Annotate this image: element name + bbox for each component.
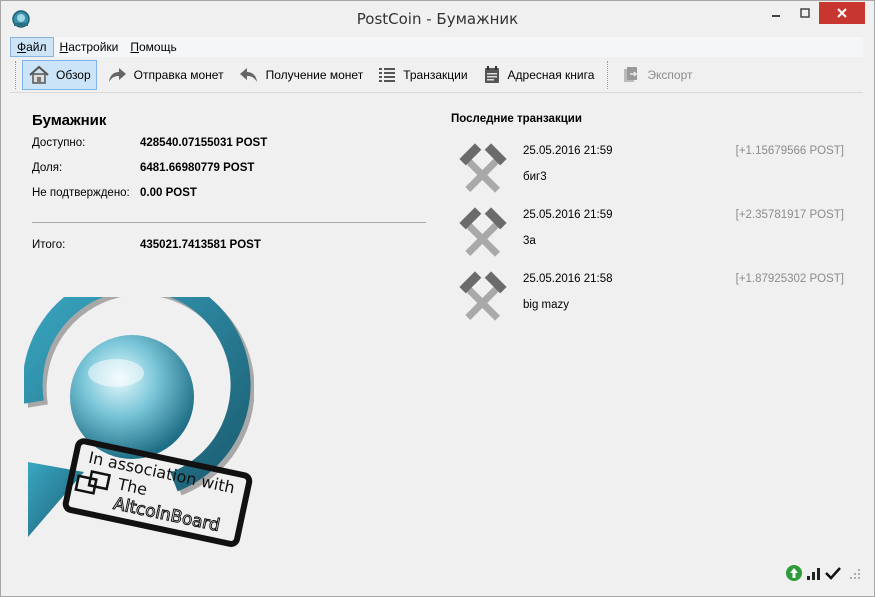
transaction-item[interactable]: 25.05.2016 21:59 [+1.15679566 POST] биг3 bbox=[451, 140, 844, 200]
receive-coins-button[interactable]: Получение монет bbox=[233, 60, 369, 90]
title-bar: PostCoin - Бумажник bbox=[1, 1, 874, 37]
menu-help[interactable]: Помощь bbox=[124, 37, 182, 57]
transaction-label: 3а bbox=[523, 235, 536, 247]
maximize-button[interactable] bbox=[791, 2, 819, 24]
resize-grip-icon[interactable] bbox=[849, 568, 861, 580]
transaction-date: 25.05.2016 21:58 bbox=[523, 273, 613, 285]
home-icon bbox=[29, 65, 49, 84]
minimize-icon bbox=[772, 15, 780, 17]
wallet-title: Бумажник bbox=[32, 112, 107, 129]
transactions-button[interactable]: Транзакции bbox=[372, 60, 472, 90]
stake-value: 6481.66980779 POST bbox=[140, 162, 255, 174]
transaction-label: big mazy bbox=[523, 299, 570, 311]
toolbar: Обзор Отправка монет Получение монет Тра… bbox=[10, 57, 863, 93]
mining-hammers-icon bbox=[459, 271, 507, 321]
menu-settings[interactable]: Настройки bbox=[54, 37, 125, 57]
mining-hammers-icon bbox=[459, 143, 507, 193]
altcoinboard-logo: In association with The AltcoinBoard bbox=[24, 297, 254, 547]
transaction-item[interactable]: 25.05.2016 21:59 [+2.35781917 POST] 3а bbox=[451, 204, 844, 264]
toolbar-grip[interactable] bbox=[15, 61, 18, 89]
window-title: PostCoin - Бумажник bbox=[356, 10, 519, 28]
signal-bars-icon[interactable] bbox=[805, 564, 823, 582]
address-book-label: Адресная книга bbox=[507, 67, 595, 82]
transaction-item[interactable]: 25.05.2016 21:58 [+1.87925302 POST] big … bbox=[451, 268, 844, 328]
green-arrow-up-icon[interactable] bbox=[785, 564, 803, 582]
close-icon bbox=[837, 8, 847, 18]
send-coins-label: Отправка монет bbox=[133, 67, 224, 82]
address-book-icon bbox=[484, 65, 499, 83]
overview-page: Бумажник Доступно: 428540.07155031 POST … bbox=[10, 94, 863, 560]
menu-file-accel: Ф bbox=[17, 40, 27, 54]
menu-settings-accel: Н bbox=[59, 40, 69, 54]
available-value: 428540.07155031 POST bbox=[140, 137, 268, 149]
transaction-label: биг3 bbox=[523, 171, 547, 183]
transaction-amount: [+1.87925302 POST] bbox=[735, 273, 844, 285]
available-label: Доступно: bbox=[32, 137, 86, 149]
send-coins-button[interactable]: Отправка монет bbox=[101, 60, 229, 90]
unconfirmed-value: 0.00 POST bbox=[140, 187, 197, 199]
toolbar-separator bbox=[607, 60, 609, 89]
minimize-button[interactable] bbox=[761, 2, 791, 24]
menu-file[interactable]: Файл bbox=[10, 37, 54, 57]
receive-coins-label: Получение монет bbox=[265, 67, 364, 82]
menu-settings-label: астройки bbox=[68, 40, 119, 54]
transactions-label: Транзакции bbox=[403, 67, 468, 82]
export-icon bbox=[624, 66, 638, 82]
stake-label: Доля: bbox=[32, 162, 63, 174]
overview-label: Обзор bbox=[56, 67, 91, 82]
total-label: Итого: bbox=[32, 239, 66, 251]
export-button[interactable]: Экспорт bbox=[616, 60, 697, 90]
transaction-amount: [+2.35781917 POST] bbox=[735, 209, 844, 221]
receive-arrow-icon bbox=[239, 67, 257, 82]
transaction-date: 25.05.2016 21:59 bbox=[523, 209, 613, 221]
transaction-date: 25.05.2016 21:59 bbox=[523, 145, 613, 157]
main-window: PostCoin - Бумажник Файл Настройки Помощ… bbox=[0, 0, 875, 597]
list-icon bbox=[379, 67, 396, 82]
overview-button[interactable]: Обзор bbox=[22, 59, 97, 90]
mining-hammers-icon bbox=[459, 207, 507, 257]
total-value: 435021.7413581 POST bbox=[140, 239, 261, 251]
balance-divider bbox=[32, 222, 426, 223]
maximize-icon bbox=[800, 8, 810, 18]
menu-bar: Файл Настройки Помощь bbox=[10, 37, 863, 57]
send-arrow-icon bbox=[108, 67, 126, 82]
transaction-amount: [+1.15679566 POST] bbox=[735, 145, 844, 157]
recent-transactions-title: Последние транзакции bbox=[451, 113, 582, 125]
checkmark-icon[interactable] bbox=[824, 564, 842, 582]
unconfirmed-label: Не подтверждено: bbox=[32, 187, 130, 199]
status-bar bbox=[10, 560, 863, 586]
menu-file-label: айл bbox=[26, 40, 47, 54]
menu-help-label: омощь bbox=[139, 40, 177, 54]
close-button[interactable] bbox=[819, 2, 865, 24]
export-label: Экспорт bbox=[647, 67, 693, 82]
menu-help-accel: П bbox=[130, 40, 139, 54]
address-book-button[interactable]: Адресная книга bbox=[477, 60, 600, 90]
